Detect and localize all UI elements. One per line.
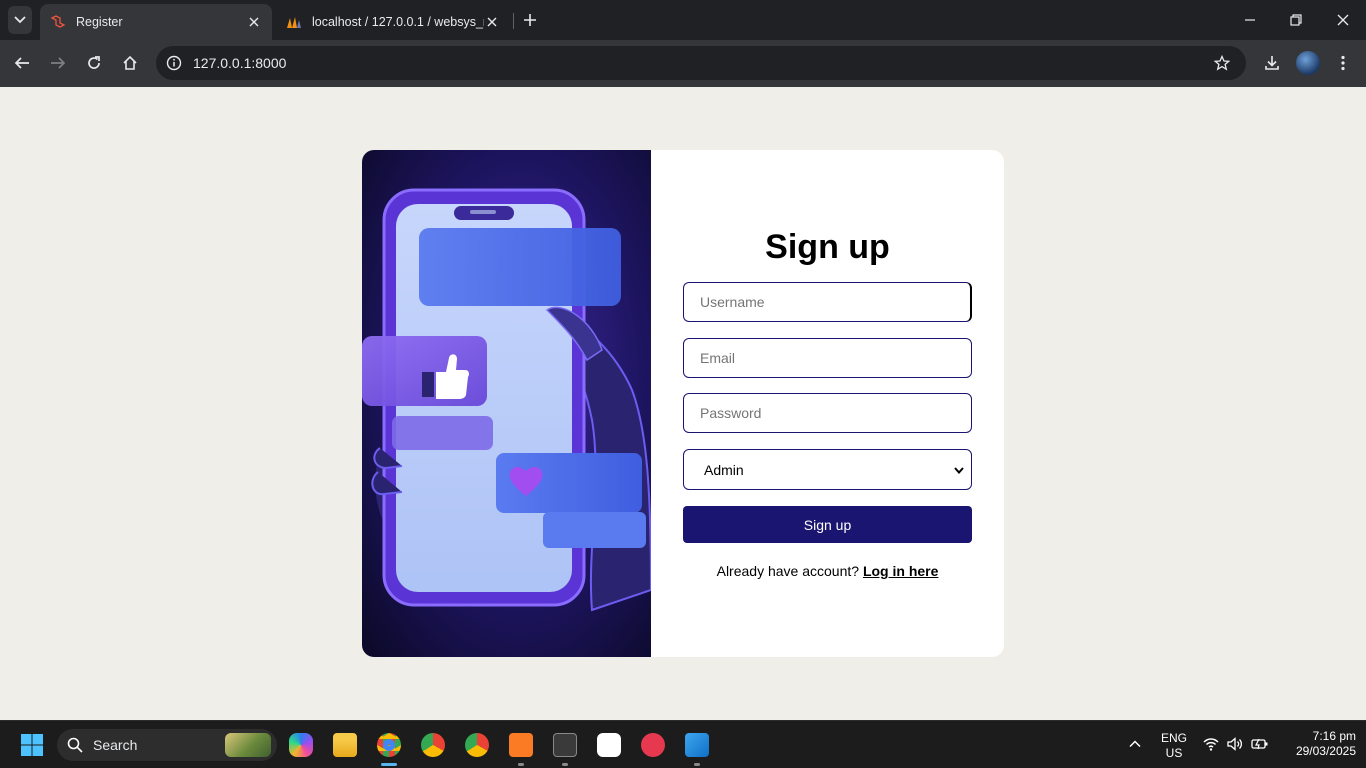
signup-card: Sign up Username Email Password Admin Si… (362, 150, 1004, 657)
signup-illustration (362, 150, 651, 657)
screen-recorder-icon[interactable] (641, 733, 665, 757)
search-icon (67, 737, 83, 753)
minimize-button[interactable] (1238, 8, 1262, 32)
email-placeholder: Email (700, 350, 736, 366)
chrome-icon[interactable] (377, 733, 401, 757)
arrow-left-icon (14, 57, 29, 69)
role-selected-value: Admin (704, 461, 744, 478)
language-code: ENG (1160, 731, 1187, 745)
chrome-profile-icon[interactable] (421, 733, 445, 757)
downloads-button[interactable] (1260, 51, 1284, 75)
taskbar-search[interactable]: Search (57, 729, 277, 761)
capcut-icon[interactable] (597, 733, 621, 757)
chevron-down-icon (953, 463, 965, 479)
kebab-menu-icon (1341, 55, 1345, 71)
chevron-up-icon (1129, 740, 1141, 748)
vscode-icon[interactable] (685, 733, 709, 757)
browser-tab-bar: Register localhost / 127.0.0.1 / websys_… (0, 0, 1366, 40)
new-tab-button[interactable] (520, 10, 540, 30)
login-link[interactable]: Log in here (863, 563, 938, 579)
home-icon (123, 55, 137, 70)
restore-icon (1290, 14, 1302, 26)
menu-button[interactable] (1331, 51, 1355, 75)
close-tab-icon[interactable] (246, 14, 262, 30)
vscode-running-indicator (694, 763, 700, 766)
xampp-running-indicator (518, 763, 524, 766)
clock-time: 7:16 pm (1312, 729, 1356, 743)
copilot-icon[interactable] (289, 733, 313, 757)
xampp-icon[interactable] (509, 733, 533, 757)
site-info-icon[interactable] (165, 54, 183, 72)
close-icon (1337, 14, 1349, 26)
wifi-icon[interactable] (1203, 737, 1219, 756)
close-tab-icon[interactable] (484, 14, 500, 30)
keyboard-region: US (1165, 746, 1183, 760)
email-input[interactable]: Email (683, 338, 972, 378)
chevron-down-icon (14, 16, 26, 24)
tab-title: localhost / 127.0.0.1 / websys_m (312, 15, 484, 29)
windows-taskbar: Search ENG US 7:16 pm 29/03/2025 (0, 720, 1366, 768)
search-label: Search (93, 737, 138, 753)
restore-button[interactable] (1284, 8, 1308, 32)
tab-register[interactable]: Register (40, 4, 272, 40)
username-placeholder: Username (700, 294, 765, 310)
signup-button-label: Sign up (803, 516, 852, 533)
url-text: 127.0.0.1:8000 (193, 55, 287, 71)
bookmark-star-icon[interactable] (1212, 53, 1232, 73)
password-input[interactable]: Password (683, 393, 972, 433)
plus-icon (524, 14, 536, 26)
login-prompt-text: Already have account? (716, 563, 860, 579)
battery-icon[interactable] (1251, 737, 1269, 756)
close-window-button[interactable] (1331, 8, 1355, 32)
tab-phpmyadmin[interactable]: localhost / 127.0.0.1 / websys_m (276, 4, 510, 40)
phpmyadmin-icon (286, 14, 302, 30)
volume-icon[interactable] (1227, 737, 1243, 756)
signup-button[interactable]: Sign up (683, 506, 972, 543)
clock[interactable]: 7:16 pm 29/03/2025 (1276, 729, 1356, 759)
search-highlight-image (225, 733, 271, 757)
login-prompt: Already have account? Log in here (651, 563, 1004, 579)
minimize-icon (1245, 19, 1255, 21)
terminal-icon[interactable] (553, 733, 577, 757)
forward-button[interactable] (46, 51, 70, 75)
download-icon (1265, 56, 1279, 70)
show-hidden-icons-button[interactable] (1128, 737, 1144, 753)
start-button[interactable] (20, 733, 44, 757)
password-placeholder: Password (700, 405, 762, 421)
chrome-second-profile-icon[interactable] (465, 733, 489, 757)
terminal-running-indicator (562, 763, 568, 766)
address-bar[interactable]: 127.0.0.1:8000 (156, 46, 1246, 80)
page-title: Sign up (765, 228, 890, 266)
profile-avatar[interactable] (1296, 51, 1320, 75)
signup-form: Sign up Username Email Password Admin Si… (651, 150, 1004, 657)
browser-toolbar: 127.0.0.1:8000 (0, 40, 1366, 87)
input-language[interactable]: ENG US (1158, 731, 1190, 761)
home-button[interactable] (118, 51, 142, 75)
reload-icon (88, 56, 100, 69)
reload-button[interactable] (82, 51, 106, 75)
clock-date: 29/03/2025 (1295, 744, 1356, 758)
username-input[interactable]: Username (683, 282, 972, 322)
windows-logo-icon (21, 734, 43, 756)
arrow-right-icon (51, 57, 66, 69)
role-select[interactable]: Admin (683, 449, 972, 490)
tab-search-button[interactable] (8, 6, 32, 34)
back-button[interactable] (10, 51, 34, 75)
page-viewport: Sign up Username Email Password Admin Si… (0, 87, 1366, 720)
tab-title: Register (76, 15, 123, 29)
laravel-icon (50, 14, 66, 30)
file-explorer-icon[interactable] (333, 733, 357, 757)
tab-divider (513, 13, 514, 29)
chrome-active-indicator (381, 763, 397, 766)
